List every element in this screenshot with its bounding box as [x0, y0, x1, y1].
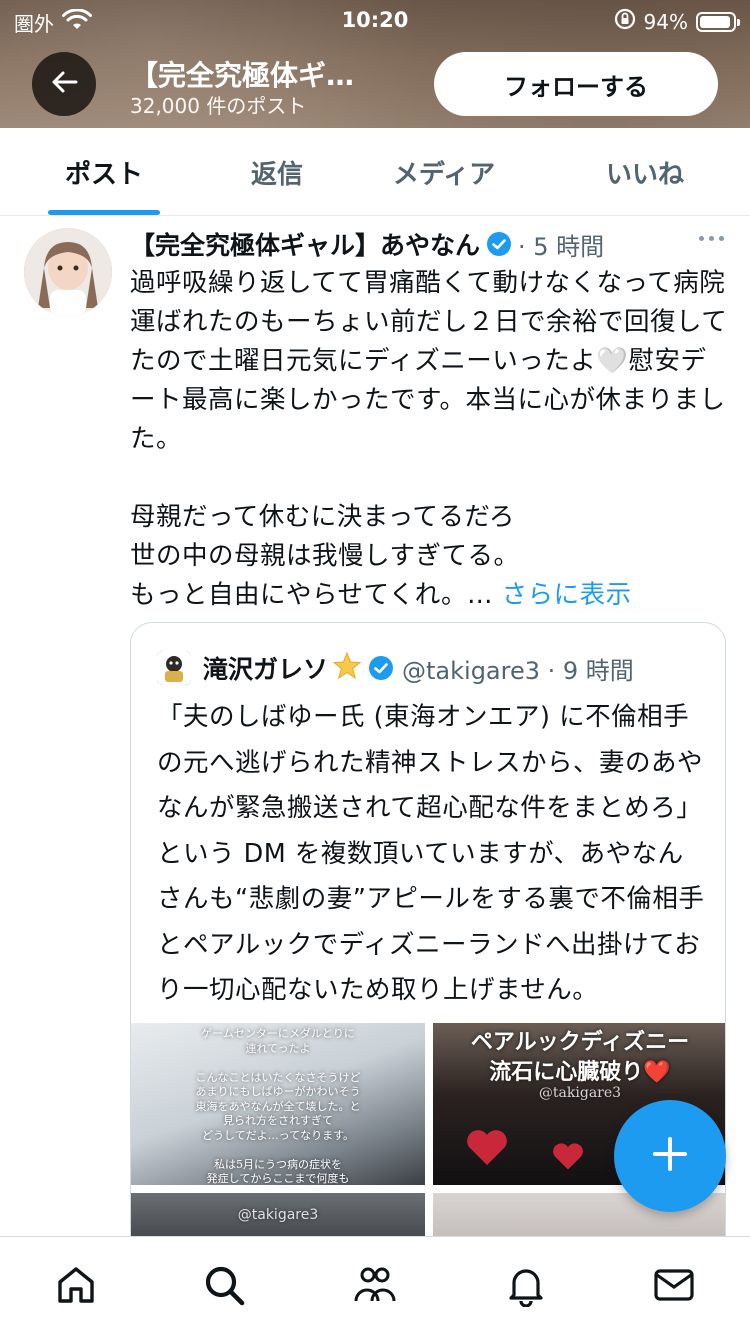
media-image-1[interactable]: ゲームセンターにメダルとりに 連れてったよ こんなことはいたくなさそうけど あま… [131, 1023, 425, 1185]
profile-header: 圏外 10:20 94% 【完全究極体ギ… 32,000 件のポスト フォローす… [0, 0, 750, 128]
rotation-lock-icon [614, 8, 636, 35]
heart-icon-small [553, 1143, 583, 1170]
tab-posts[interactable]: ポスト [48, 128, 160, 216]
back-button[interactable] [32, 52, 96, 116]
quoted-tweet-header: 滝沢ガレソ @takigare3 · 9 時間 [157, 649, 634, 687]
bottom-navigation [0, 1236, 750, 1334]
profile-tabs: ポスト 返信 メディア いいね [0, 128, 750, 216]
star-emoji [332, 651, 362, 685]
tweet-header: 【完全究極体ギャル】あやなん · 5 時間 [130, 224, 730, 264]
communities-icon [352, 1263, 398, 1311]
tab-likes[interactable]: いいね [590, 128, 700, 216]
header-title: 【完全究極体ギ… [130, 59, 355, 92]
quote-author-name: 滝沢ガレソ [203, 655, 329, 684]
tab-media[interactable]: メディア [378, 128, 510, 216]
follow-button[interactable]: フォローする [434, 52, 718, 116]
tweet-timestamp[interactable]: · 5 時間 [518, 227, 604, 262]
quote-text: 「夫のしばゆー氏 (東海オンエア) に不倫相手の元へ逃げられた精神ストレスから、… [157, 702, 705, 1005]
nav-search[interactable] [200, 1263, 248, 1311]
search-icon [202, 1263, 246, 1311]
notifications-icon [504, 1263, 548, 1311]
show-more-link[interactable]: さらに表示 [502, 580, 632, 610]
messages-icon [652, 1263, 696, 1311]
quote-verified-badge-icon [368, 655, 394, 681]
media-1-caption: ゲームセンターにメダルとりに 連れてったよ こんなことはいたくなさそうけど あま… [195, 1027, 361, 1185]
quote-handle-time: @takigare3 · 9 時間 [402, 656, 634, 685]
nav-messages[interactable] [650, 1263, 698, 1311]
plus-icon [652, 1136, 688, 1176]
avatar[interactable] [24, 228, 112, 316]
media-3-watermark: @takigare3 [237, 1207, 319, 1223]
active-tab-indicator [48, 210, 160, 215]
battery-percent: 94% [643, 9, 688, 34]
tab-replies[interactable]: 返信 [222, 128, 332, 216]
post-count: 32,000 件のポスト [130, 94, 307, 118]
nav-home[interactable] [52, 1263, 100, 1311]
home-icon [54, 1263, 98, 1311]
tweet-body-text: 過呼吸繰り返してて胃痛酷くて動けなくなって病院運ばれたのもーちょい前だし２日で余… [130, 268, 728, 610]
compose-button[interactable] [614, 1100, 726, 1212]
author-name[interactable]: 【完全究極体ギャル】あやなん [130, 226, 480, 262]
media-image-3[interactable]: @takigare3 [131, 1193, 425, 1236]
media-2-caption: ペアルックディズニー 流石に心臓破り❤️ [470, 1029, 690, 1085]
back-arrow-icon [50, 70, 78, 98]
battery-icon [696, 11, 740, 32]
tweet-text: 過呼吸繰り返してて胃痛酷くて動けなくなって病院運ばれたのもーちょい前だし２日で余… [130, 264, 730, 615]
quote-avatar [157, 651, 191, 685]
nav-communities[interactable] [351, 1263, 399, 1311]
status-bar: 圏外 10:20 94% [0, 0, 750, 40]
more-options-icon[interactable] [699, 236, 724, 241]
tweet[interactable]: 【完全究極体ギャル】あやなん · 5 時間 過呼吸繰り返してて胃痛酷くて動けなく… [0, 216, 750, 1236]
verified-badge-icon [486, 231, 512, 257]
heart-icon [467, 1130, 507, 1165]
media-2-watermark: @takigare3 [538, 1085, 622, 1101]
nav-notifications[interactable] [502, 1263, 550, 1311]
